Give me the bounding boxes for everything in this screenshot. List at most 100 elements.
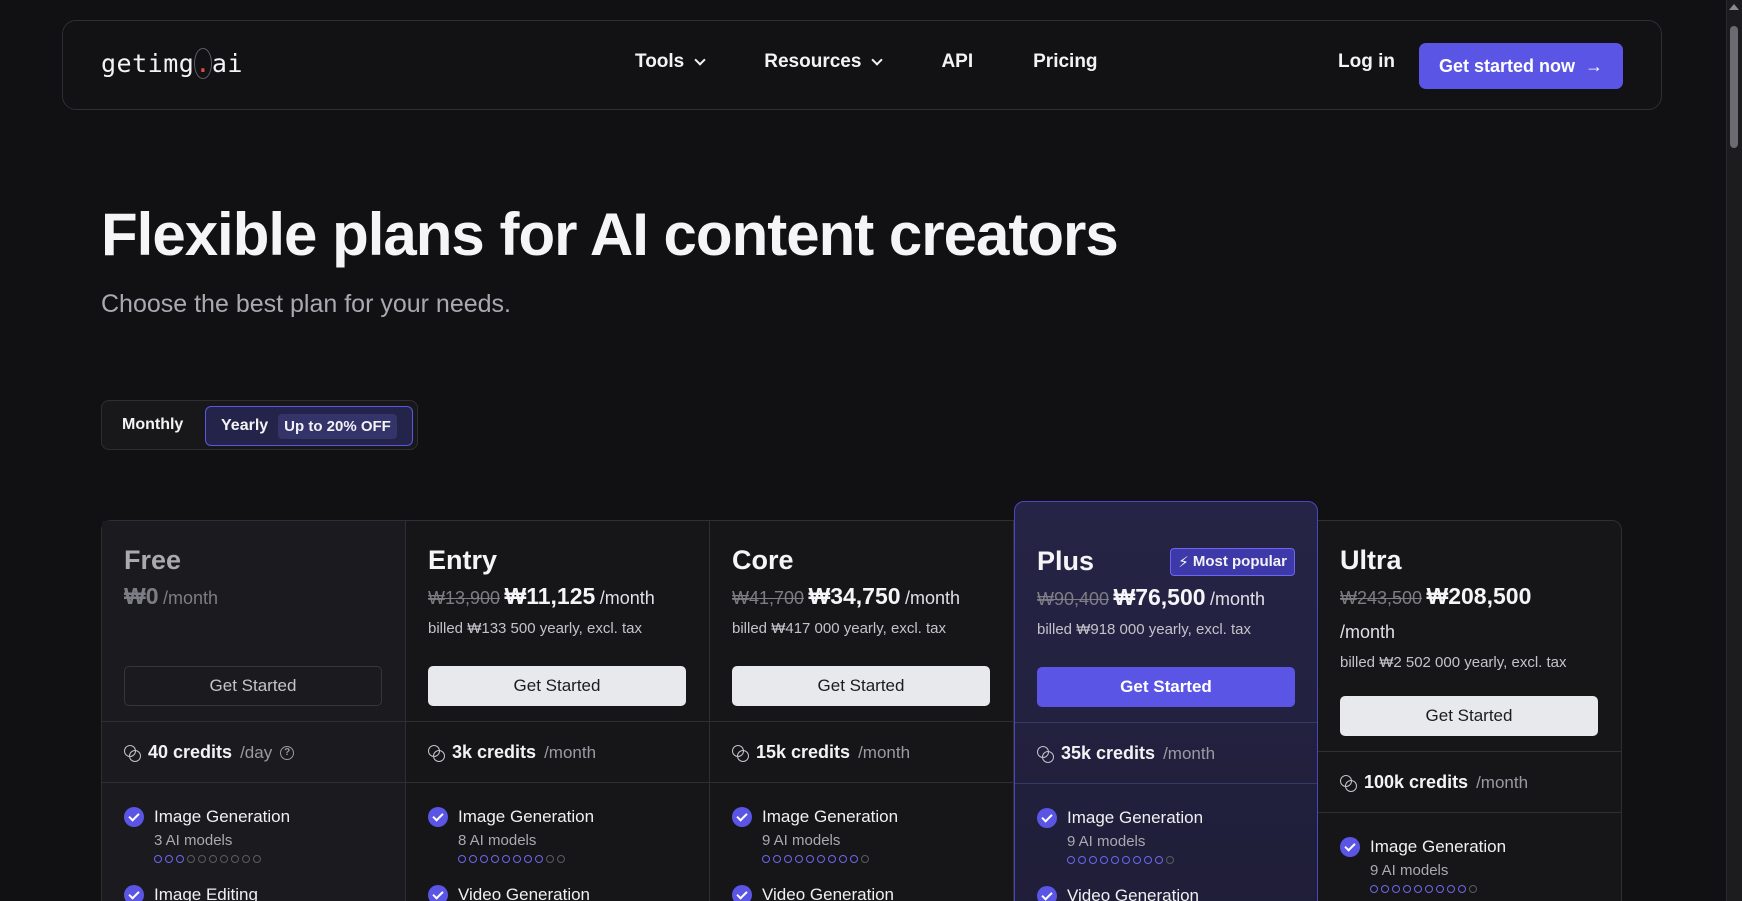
model-dot-active (1100, 856, 1108, 864)
check-icon (732, 807, 752, 827)
model-dot-active (154, 855, 162, 863)
model-dot-active (828, 855, 836, 863)
plan-credits: 100k credits /month (1340, 772, 1528, 793)
model-dot-active (513, 855, 521, 863)
model-dot-inactive (198, 855, 206, 863)
nav-resources[interactable]: Resources (764, 51, 884, 73)
credits-unit: /month (544, 742, 597, 762)
discount-badge: Up to 20% OFF (278, 413, 397, 439)
logo[interactable]: getimg.ai (101, 48, 243, 79)
plan-card-plus: Plus ⚡ Most popular ₩90,400 ₩76,500 /mon… (1014, 501, 1318, 901)
feature-title: Image Generation (458, 807, 595, 826)
toggle-monthly[interactable]: Monthly (122, 416, 183, 434)
page-subtitle: Choose the best plan for your needs. (101, 290, 511, 318)
credits-unit: /day (240, 742, 273, 762)
check-icon (1037, 808, 1057, 828)
plan-billed-note: billed ₩133 500 yearly, excl. tax (428, 620, 642, 637)
plan-credits: 3k credits /month (428, 742, 596, 763)
feature-title: Image Editing (154, 885, 258, 901)
divider (1318, 751, 1621, 752)
feature-subtitle: 9 AI models (762, 832, 841, 849)
model-dot-active (1089, 856, 1097, 864)
model-dot-inactive (242, 855, 250, 863)
plan-price-unit: /month (905, 588, 961, 608)
feature-video-generation: Video Generation (1037, 886, 1297, 901)
get-started-button-free[interactable]: Get Started (124, 666, 382, 706)
nav-tools[interactable]: Tools (635, 51, 706, 73)
check-icon (428, 807, 448, 827)
nav-pricing[interactable]: Pricing (1033, 51, 1097, 73)
coins-icon (124, 744, 141, 762)
credits-amount: 40 credits (148, 742, 233, 762)
plan-card-free: Free ₩0 /month Get Started 40 credits /d… (102, 521, 406, 901)
feature-image-generation: Image Generation 3 AI models (124, 807, 384, 863)
vertical-scrollbar[interactable] (1726, 0, 1742, 901)
credits-unit: /month (1476, 772, 1529, 792)
divider (1015, 783, 1317, 784)
model-dot-active (795, 855, 803, 863)
nav-pricing-label: Pricing (1033, 51, 1098, 72)
plan-name: Ultra (1340, 545, 1402, 575)
model-dot-active (469, 855, 477, 863)
check-icon (428, 885, 448, 901)
scrollbar-thumb[interactable] (1730, 26, 1738, 148)
check-icon (124, 807, 144, 827)
feature-title: Image Generation (154, 807, 291, 826)
login-link[interactable]: Log in (1338, 51, 1395, 73)
toggle-yearly-label: Yearly (221, 417, 269, 434)
model-dot-active (1067, 856, 1075, 864)
model-dot-active (535, 855, 543, 863)
nav-tools-label: Tools (635, 51, 685, 72)
get-started-button-entry[interactable]: Get Started (428, 666, 686, 706)
help-icon[interactable]: ? (280, 745, 295, 760)
feature-title: Image Generation (1370, 837, 1507, 856)
arrow-right-icon: → (1585, 55, 1604, 76)
plan-billed-note: billed ₩2 502 000 yearly, excl. tax (1340, 654, 1567, 671)
credits-amount: 3k credits (452, 742, 537, 762)
plan-price: ₩11,125 (504, 583, 596, 609)
plan-price-unit: /month (599, 588, 655, 608)
get-started-button-plus[interactable]: Get Started (1037, 667, 1295, 707)
model-dot-inactive (220, 855, 228, 863)
model-dot-inactive (861, 855, 869, 863)
get-started-button-core[interactable]: Get Started (732, 666, 990, 706)
get-started-button-ultra[interactable]: Get Started (1340, 696, 1598, 736)
model-dot-active (1414, 885, 1422, 893)
feature-subtitle: 9 AI models (1067, 833, 1146, 850)
model-dot-active (1078, 856, 1086, 864)
plan-card-entry: Entry ₩13,900 ₩11,125 /month billed ₩133… (406, 521, 710, 901)
plan-card-core: Core ₩41,700 ₩34,750 /month billed ₩417 … (710, 521, 1014, 901)
logo-tld: ai (211, 49, 243, 78)
divider (102, 782, 405, 783)
plan-name: Entry (428, 545, 498, 575)
page-title: Flexible plans for AI content creators (101, 201, 1119, 268)
plan-old-price: ₩90,400 (1037, 589, 1110, 609)
plan-price: ₩34,750 (808, 583, 901, 609)
feature-image-generation: Image Generation 8 AI models (428, 807, 688, 863)
model-dot-active (1111, 856, 1119, 864)
cta-label: Get started now (1438, 55, 1576, 76)
credits-unit: /month (1163, 743, 1216, 763)
model-dots (458, 855, 688, 863)
model-dot-active (850, 855, 858, 863)
toggle-yearly[interactable]: Yearly Up to 20% OFF (205, 406, 413, 446)
model-dot-inactive (253, 855, 261, 863)
check-icon (1340, 837, 1360, 857)
credits-amount: 15k credits (756, 742, 851, 762)
credits-amount: 100k credits (1364, 772, 1469, 792)
nav-api[interactable]: API (941, 51, 973, 73)
feature-subtitle: 9 AI models (1370, 862, 1449, 879)
plan-name: Plus (1037, 546, 1095, 576)
get-started-now-button[interactable]: Get started now → (1419, 43, 1623, 89)
plan-card-ultra: Ultra ₩243,500 ₩208,500 /month billed ₩2… (1318, 521, 1621, 901)
feature-image-editing: Image Editing (124, 885, 384, 901)
model-dots (762, 855, 992, 863)
model-dots (1067, 856, 1297, 864)
model-dot-active (165, 855, 173, 863)
plan-old-price: ₩41,700 (732, 588, 805, 608)
feature-title: Video Generation (458, 885, 591, 901)
most-popular-badge: ⚡ Most popular (1170, 547, 1295, 576)
divider (710, 721, 1013, 722)
scroll-up-arrow-icon[interactable] (1729, 4, 1739, 10)
feature-subtitle: 3 AI models (154, 832, 233, 849)
